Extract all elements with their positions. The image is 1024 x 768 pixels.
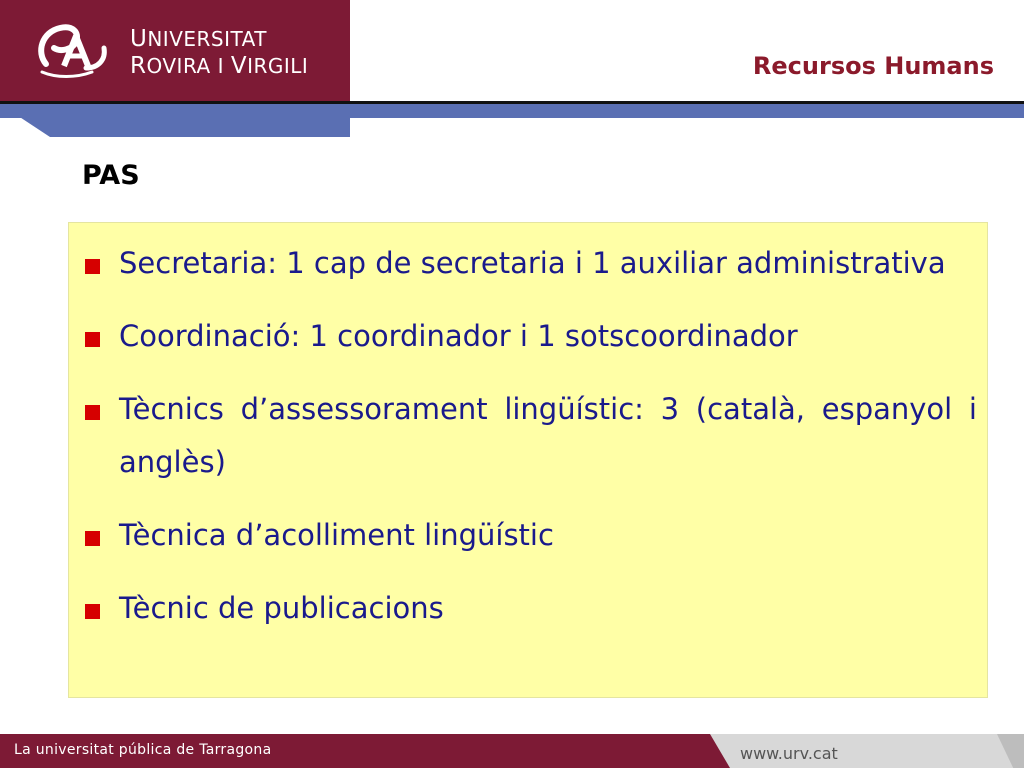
bullet-text: Tècnica d’acolliment lingüístic [119, 518, 554, 552]
logo-initial-r: R [130, 53, 147, 79]
university-name-line1: UNIVERSITAT [130, 26, 308, 53]
bullet-text: Secretaria: 1 cap de secretaria i 1 auxi… [119, 246, 946, 280]
red-square-bullet-icon [85, 531, 100, 546]
footer-url-link[interactable]: www.urv.cat [740, 744, 838, 763]
logo-text-ovira: OVIRA I [146, 54, 231, 78]
content-box: Secretaria: 1 cap de secretaria i 1 auxi… [68, 222, 988, 698]
bullet-text: Tècnic de publicacions [119, 591, 444, 625]
bullet-text: Tècnics d’assessorament lingüístic: 3 (c… [119, 392, 977, 479]
logo-text-irgili: IRGILI [247, 54, 309, 78]
logo-text-niversitat: NIVERSITAT [147, 27, 268, 51]
red-square-bullet-icon [85, 604, 100, 619]
list-item: Secretaria: 1 cap de secretaria i 1 auxi… [83, 237, 977, 290]
logo-initial-v: V [230, 53, 248, 79]
red-square-bullet-icon [85, 405, 100, 420]
urv-logo-icon [38, 24, 107, 78]
header-logo-block: UNIVERSITAT ROVIRA I VIRGILI [0, 0, 350, 101]
university-name: UNIVERSITAT ROVIRA I VIRGILI [130, 26, 308, 80]
footer-tagline: La universitat pública de Tarragona [14, 742, 272, 758]
header-blue-tab [0, 104, 350, 137]
bullet-text: Coordinació: 1 coordinador i 1 sotscoord… [119, 319, 798, 353]
university-name-line2: ROVIRA I VIRGILI [130, 53, 308, 80]
list-item: Coordinació: 1 coordinador i 1 sotscoord… [83, 310, 977, 363]
red-square-bullet-icon [85, 259, 100, 274]
section-title: PAS [82, 160, 140, 191]
slide-header-title: Recursos Humans [752, 52, 994, 80]
list-item: Tècnic de publicacions [83, 582, 977, 635]
list-item: Tècnica d’acolliment lingüístic [83, 509, 977, 562]
list-item: Tècnics d’assessorament lingüístic: 3 (c… [83, 383, 977, 489]
logo-initial-u: U [130, 26, 148, 52]
bullet-list: Secretaria: 1 cap de secretaria i 1 auxi… [83, 237, 977, 655]
red-square-bullet-icon [85, 332, 100, 347]
